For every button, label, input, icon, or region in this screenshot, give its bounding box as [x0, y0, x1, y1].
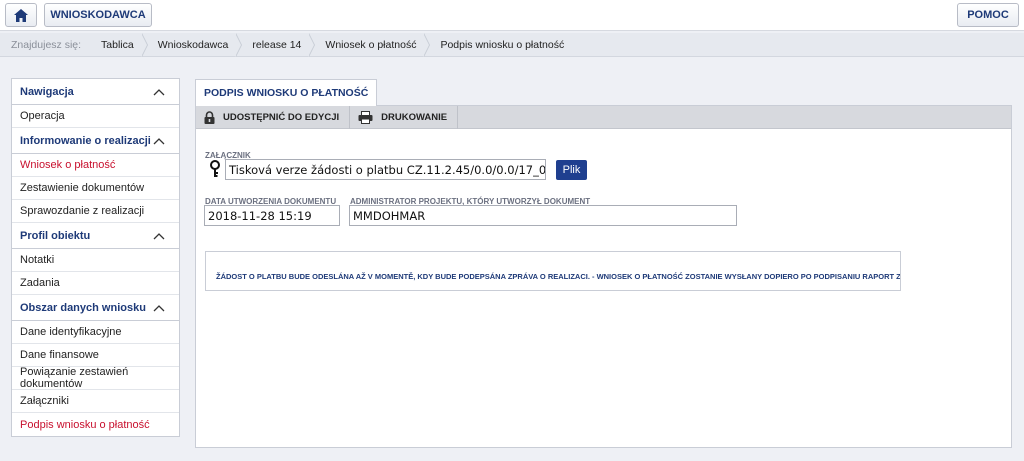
share-for-edit-button[interactable]: UDOSTĘPNIĆ DO EDYCJI: [196, 105, 351, 129]
sidebar-item-podpis-wniosku[interactable]: Podpis wniosku o płatność: [12, 413, 179, 436]
breadcrumb-item-release[interactable]: release 14: [242, 32, 316, 57]
role-button[interactable]: WNIOSKODAWCA: [44, 3, 152, 27]
sidebar-item-zalaczniki[interactable]: Załączniki: [12, 390, 179, 413]
notice-box: ŽÁDOST O PLATBU BUDE ODESLÁNA AŽ V MOMEN…: [205, 251, 901, 291]
sidebar-item-sprawozdanie[interactable]: Sprawozdanie z realizacji: [12, 200, 179, 223]
chevron-up-icon: [153, 137, 165, 144]
main-panel: UDOSTĘPNIĆ DO EDYCJI DRUKOWANIE ZAŁĄCZNI…: [195, 105, 1012, 448]
chevron-up-icon: [153, 232, 165, 239]
print-button[interactable]: DRUKOWANIE: [350, 105, 459, 129]
sidebar-item-zestawienie-dokumentow[interactable]: Zestawienie dokumentów: [12, 177, 179, 200]
file-button[interactable]: Plik: [556, 160, 587, 180]
sidebar-item-operacja[interactable]: Operacja: [12, 105, 179, 128]
sidebar-item-dane-identyfikacyjne[interactable]: Dane identyfikacyjne: [12, 321, 179, 344]
toolbar: UDOSTĘPNIĆ DO EDYCJI DRUKOWANIE: [196, 105, 1011, 129]
print-label: DRUKOWANIE: [381, 111, 448, 123]
sidebar-section-title: Obszar danych wniosku: [20, 301, 146, 314]
breadcrumb-item-current: Podpis wniosku o płatność: [440, 38, 565, 51]
breadcrumb-item-wniosek[interactable]: Wniosek o płatność: [315, 32, 431, 57]
sidebar-section-profil-obiektu[interactable]: Profil obiektu: [12, 223, 179, 249]
home-icon: [14, 8, 28, 22]
attachment-field[interactable]: Tisková verze žádosti o platbu CZ.11.2.4…: [225, 159, 546, 180]
sidebar-section-title: Nawigacja: [20, 85, 74, 98]
sidebar-item-dane-finansowe[interactable]: Dane finansowe: [12, 344, 179, 367]
sidebar-section-title: Profil obiektu: [20, 229, 91, 242]
breadcrumb-item-tablica[interactable]: Tablica: [91, 32, 148, 57]
breadcrumb: Znajdujesz się: Tablica Wnioskodawca rel…: [0, 32, 1024, 57]
chevron-up-icon: [153, 88, 165, 95]
help-button[interactable]: POMOC: [957, 3, 1019, 27]
sidebar: Nawigacja Operacja Informowanie o realiz…: [11, 78, 180, 437]
home-button[interactable]: [5, 3, 37, 27]
sidebar-section-title: Informowanie o realizacji: [20, 134, 151, 147]
sidebar-section-informowanie[interactable]: Informowanie o realizacji: [12, 128, 179, 154]
tab-podpis-wniosku[interactable]: PODPIS WNIOSKU O PŁATNOŚĆ: [195, 79, 378, 106]
notice-text: ŽÁDOST O PLATBU BUDE ODESLÁNA AŽ V MOMEN…: [216, 271, 901, 281]
sidebar-item-zadania[interactable]: Zadania: [12, 272, 179, 295]
sidebar-item-notatki[interactable]: Notatki: [12, 249, 179, 272]
sidebar-section-nawigacja[interactable]: Nawigacja: [12, 79, 179, 105]
sidebar-section-obszar-danych[interactable]: Obszar danych wniosku: [12, 295, 179, 321]
printer-icon: [358, 110, 373, 124]
top-bar: WNIOSKODAWCA POMOC: [0, 0, 1024, 31]
sidebar-item-wniosek-o-platnosc[interactable]: Wniosek o płatność: [12, 154, 179, 177]
created-date-field[interactable]: 2018-11-28 15:19: [204, 205, 340, 226]
breadcrumb-item-wnioskodawca[interactable]: Wnioskodawca: [148, 32, 243, 57]
share-for-edit-label: UDOSTĘPNIĆ DO EDYCJI: [223, 111, 340, 123]
sidebar-item-powiazanie[interactable]: Powiązanie zestawień dokumentów: [12, 366, 179, 390]
chevron-up-icon: [153, 304, 165, 311]
admin-field[interactable]: MMDOHMAR: [349, 205, 737, 226]
key-icon: [210, 160, 220, 177]
lock-icon: [204, 110, 215, 124]
breadcrumb-lead: Znajdujesz się:: [11, 38, 82, 51]
